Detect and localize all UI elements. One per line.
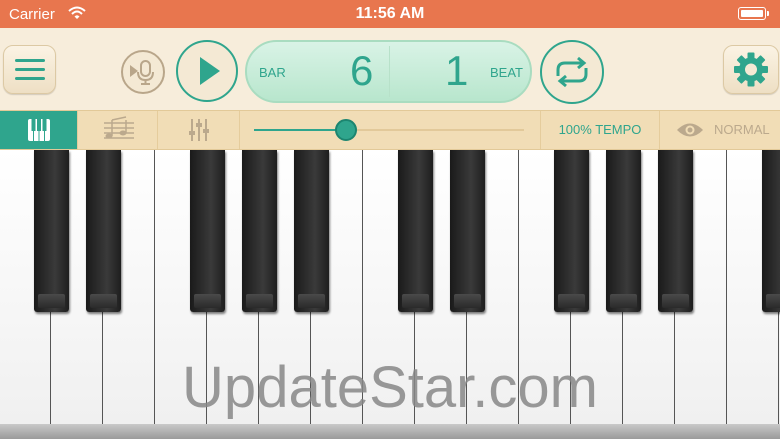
play-with-mic-button[interactable] bbox=[121, 50, 165, 94]
black-key[interactable] bbox=[398, 150, 433, 312]
black-key[interactable] bbox=[34, 150, 69, 312]
slider-thumb[interactable] bbox=[334, 119, 357, 141]
piano-keys-icon bbox=[28, 119, 50, 141]
settings-button[interactable] bbox=[723, 45, 779, 94]
menu-button[interactable] bbox=[3, 45, 56, 94]
watermark: UpdateStar.com bbox=[182, 355, 598, 420]
status-bar: Carrier 11:56 AM bbox=[0, 0, 780, 28]
view-mode-label: NORMAL bbox=[714, 122, 770, 137]
tempo-slider[interactable] bbox=[254, 119, 524, 141]
black-key[interactable] bbox=[762, 150, 780, 312]
black-key[interactable] bbox=[294, 150, 329, 312]
black-key[interactable] bbox=[658, 150, 693, 312]
tempo-button[interactable]: 100% TEMPO bbox=[540, 111, 660, 149]
slider-fill bbox=[254, 129, 346, 131]
play-button[interactable] bbox=[176, 40, 238, 102]
top-toolbar: BAR 6 1 BEAT bbox=[0, 28, 780, 110]
tab-score[interactable] bbox=[78, 111, 158, 149]
bar-label: BAR bbox=[259, 65, 286, 80]
black-key[interactable] bbox=[606, 150, 641, 312]
play-microphone-icon bbox=[130, 60, 154, 85]
keyboard-bottom-edge bbox=[0, 424, 780, 439]
bar-value: 6 bbox=[350, 47, 374, 94]
black-key[interactable] bbox=[86, 150, 121, 312]
beat-value: 1 bbox=[445, 47, 469, 94]
bar-beat-counter: BAR 6 1 BEAT bbox=[245, 40, 532, 103]
tab-mixer[interactable] bbox=[158, 111, 240, 149]
clock: 11:56 AM bbox=[355, 5, 425, 22]
loop-button[interactable] bbox=[540, 40, 604, 104]
counter-divider bbox=[389, 46, 390, 97]
beat-label: BEAT bbox=[490, 65, 523, 80]
view-mode-button[interactable]: NORMAL bbox=[660, 111, 780, 149]
tab-piano[interactable] bbox=[0, 111, 78, 149]
play-icon bbox=[200, 57, 220, 85]
gear-icon bbox=[734, 52, 768, 87]
black-key[interactable] bbox=[450, 150, 485, 312]
black-key[interactable] bbox=[242, 150, 277, 312]
secondary-toolbar: 100% TEMPO NORMAL bbox=[0, 110, 780, 150]
mixer-sliders-icon bbox=[189, 119, 209, 141]
black-key[interactable] bbox=[190, 150, 225, 312]
black-key[interactable] bbox=[554, 150, 589, 312]
eye-icon bbox=[677, 123, 703, 137]
loop-arrows-icon bbox=[556, 56, 588, 88]
battery-icon bbox=[738, 7, 769, 20]
music-notes-icon bbox=[104, 116, 134, 139]
